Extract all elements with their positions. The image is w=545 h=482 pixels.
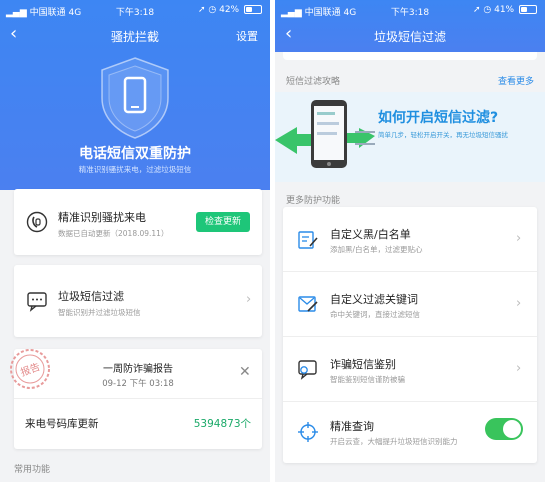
hero-title: 电话短信双重防护: [79, 146, 191, 162]
call-id-subtitle: 数据已自动更新（2018.09.11）: [58, 229, 169, 238]
check-update-button[interactable]: 检查更新: [196, 212, 250, 232]
fraud-sms-icon: [298, 360, 317, 380]
nav-bar: ‹ 骚扰拦截 设置: [0, 20, 270, 50]
left-phone-screen: ▂▄▆ 中国联通 4G 下午3:18 ➚ ◷ 42% ‹ 骚扰拦截 设置 电话短…: [0, 0, 270, 482]
precise-lookup-toggle[interactable]: [485, 418, 523, 440]
list-item-precise-lookup: 精准查询 开启云查，大幅提升垃圾短信识别能力: [283, 402, 537, 462]
item-subtitle: 添加黑/白名单，过滤更贴心: [330, 245, 423, 254]
status-bar: ▂▄▆ 中国联通 4G 下午3:18 ➚ ◷ 42%: [0, 0, 270, 20]
battery-icon: [244, 5, 262, 14]
call-id-title: 精准识别骚扰来电: [58, 211, 146, 224]
carousel-dots: [523, 171, 537, 182]
report-date: 09-12 下午 03:18: [102, 379, 174, 389]
top-card-edge: [283, 52, 537, 60]
list-item-blacklist[interactable]: 自定义黑/白名单 添加黑/白名单，过滤更贴心 ›: [283, 207, 537, 271]
header-bar: ▂▄▆ 中国联通 4G 下午3:18 ➚ ◷ 41% ‹ 垃圾短信过滤: [275, 0, 545, 52]
item-title: 精准查询: [330, 420, 374, 433]
report-title: 一周防诈骗报告: [103, 364, 173, 375]
guide-label: 短信过滤攻略: [286, 77, 341, 87]
item-title: 自定义黑/白名单: [330, 228, 411, 241]
db-update-label: 来电号码库更新: [25, 418, 99, 430]
keyword-filter-icon: [298, 296, 318, 312]
alarm-icon: ◷: [208, 5, 217, 15]
list-item-fraud-sms[interactable]: 诈骗短信鉴别 智能鉴别短信谨防被骗 ›: [283, 337, 537, 401]
nav-bar: ‹ 垃圾短信过滤: [275, 20, 545, 50]
item-title: 诈骗短信鉴别: [330, 358, 396, 371]
battery-icon: [519, 5, 537, 14]
report-card[interactable]: 报告 一周防诈骗报告 09-12 下午 03:18 ✕ 来电号码库更新 5394…: [10, 349, 262, 449]
chevron-right-icon: ›: [516, 296, 522, 311]
sms-filter-card[interactable]: 垃圾短信过滤 智能识别并过滤垃圾短信 ›: [14, 265, 262, 337]
more-features-list: 自定义黑/白名单 添加黑/白名单，过滤更贴心 › 自定义过滤关键词 命中关键词，…: [283, 207, 537, 463]
right-phone-screen: ▂▄▆ 中国联通 4G 下午3:18 ➚ ◷ 41% ‹ 垃圾短信过滤 短信过滤…: [275, 0, 545, 482]
hero-subtitle: 精准识别骚扰来电，过滤垃圾短信: [78, 165, 192, 174]
battery-percent: 42%: [219, 5, 240, 15]
chevron-right-icon: ›: [516, 361, 522, 376]
chevron-right-icon: ›: [516, 231, 522, 246]
item-subtitle: 智能鉴别短信谨防被骗: [330, 375, 405, 384]
phone-call-icon: [26, 211, 48, 233]
crosshair-icon: [298, 422, 318, 442]
settings-button[interactable]: 设置: [236, 28, 258, 44]
banner-title: 如何开启短信过滤?: [378, 110, 499, 126]
page-title: 骚扰拦截: [110, 30, 159, 44]
arrow-icon: [355, 131, 375, 145]
banner-subtitle: 简单几步，轻松开启开关，再无垃圾短信骚扰: [378, 131, 508, 139]
section-common-label: 常用功能: [14, 465, 51, 475]
hero-banner: ▂▄▆ 中国联通 4G 下午3:18 ➚ ◷ 42% ‹ 骚扰拦截 设置 电话短…: [0, 0, 270, 190]
list-item-keywords[interactable]: 自定义过滤关键词 命中关键词，直接过滤短信 ›: [283, 272, 537, 336]
section-more-label: 更多防护功能: [286, 196, 341, 206]
battery-percent: 41%: [494, 5, 515, 15]
location-icon: ➚: [472, 5, 481, 15]
item-subtitle: 命中关键词，直接过滤短信: [330, 310, 420, 319]
chevron-right-icon: ›: [246, 292, 252, 307]
view-more-link[interactable]: 查看更多: [498, 74, 534, 87]
shield-phone-icon: [101, 57, 169, 139]
sms-block-icon: [27, 292, 47, 312]
divider: [14, 398, 262, 399]
db-update-count: 5394873个: [193, 418, 251, 430]
item-subtitle: 开启云查，大幅提升垃圾短信识别能力: [330, 437, 458, 446]
sms-filter-subtitle: 智能识别并过滤垃圾短信: [58, 308, 141, 317]
close-icon[interactable]: ✕: [239, 364, 251, 380]
status-bar: ▂▄▆ 中国联通 4G 下午3:18 ➚ ◷ 41%: [275, 0, 545, 20]
guide-banner[interactable]: 如何开启短信过滤? 简单几步，轻松开启开关，再无垃圾短信骚扰: [275, 92, 545, 182]
item-title: 自定义过滤关键词: [330, 293, 418, 306]
alarm-icon: ◷: [483, 5, 492, 15]
location-icon: ➚: [197, 5, 206, 15]
edit-list-icon: [298, 231, 318, 249]
page-title: 垃圾短信过滤: [373, 30, 446, 44]
call-id-card[interactable]: 精准识别骚扰来电 数据已自动更新（2018.09.11） 检查更新: [14, 189, 262, 255]
sms-filter-title: 垃圾短信过滤: [58, 290, 124, 303]
